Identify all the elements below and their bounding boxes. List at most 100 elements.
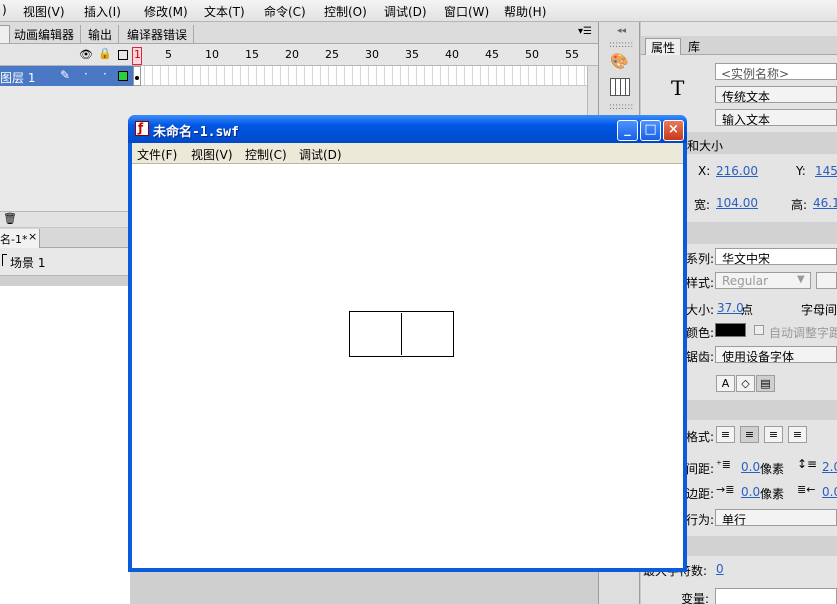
antialias-dropdown[interactable]: 使用设备字体 <box>715 346 837 363</box>
player-menu-debug[interactable]: 调试(D) <box>299 146 342 163</box>
document-tab-label: 名-1* <box>0 233 28 246</box>
visibility-dot-icon[interactable]: · <box>84 67 88 81</box>
minimize-button[interactable]: _ <box>617 120 638 141</box>
align-justify-button[interactable]: ≡ <box>788 426 807 443</box>
layer-name: 图层 1 <box>0 71 36 85</box>
align-right-button[interactable]: ≡ <box>764 426 783 443</box>
indent-icon: ⁺≣ <box>716 458 732 471</box>
menu-commands[interactable]: 命令(C) <box>264 3 306 20</box>
variable-input[interactable] <box>715 588 837 604</box>
tab-library[interactable]: 库 <box>683 38 705 55</box>
render-html-button[interactable]: ◇ <box>736 375 755 392</box>
text-color-swatch[interactable] <box>715 323 746 337</box>
selectable-button[interactable]: A <box>716 375 735 392</box>
menu-control[interactable]: 控制(O) <box>324 3 367 20</box>
player-menu-file[interactable]: 文件(F) <box>137 146 177 163</box>
auto-kern-checkbox[interactable] <box>754 325 764 335</box>
menu-debug[interactable]: 调试(D) <box>384 3 427 20</box>
x-label: X: <box>698 164 711 178</box>
size-value[interactable]: 37.0 <box>717 301 744 315</box>
menu-text[interactable]: 文本(T) <box>204 3 245 20</box>
layer-row[interactable]: 图层 1 ✎ · · <box>0 66 135 86</box>
margin-right-value[interactable]: 0.0 <box>822 485 837 499</box>
size-unit: 点 <box>741 303 754 317</box>
antialias-label: 锯齿: <box>686 350 715 364</box>
tab-properties[interactable]: 属性 <box>645 38 682 55</box>
scene-label[interactable]: 场景 1 <box>10 254 45 271</box>
pixel-unit: 像素 <box>760 462 785 476</box>
trash-icon[interactable]: 🗑 <box>3 212 17 225</box>
line-spacing-value[interactable]: 2.0 <box>822 460 837 474</box>
grip-icon: :::::::: <box>609 40 634 50</box>
lock-icon[interactable]: 🔒 <box>98 47 112 60</box>
style-label: 样式: <box>686 276 715 290</box>
keyframe[interactable] <box>133 66 141 86</box>
line-spacing-icon: ↕≡ <box>797 457 818 471</box>
behavior-dropdown[interactable]: 单行 <box>715 509 837 526</box>
text-type-dropdown[interactable]: 传统文本 <box>715 86 837 103</box>
auto-kern-label: 自动调整字距 <box>769 326 837 340</box>
tab-output[interactable]: 输出 <box>82 25 120 43</box>
frame-number: 50 <box>525 48 539 61</box>
frame-number: 20 <box>285 48 299 61</box>
pencil-icon: ✎ <box>60 68 71 82</box>
flash-player-icon: ƒ <box>135 121 149 136</box>
eye-icon[interactable]: 👁 <box>79 48 93 61</box>
frame-number: 25 <box>325 48 339 61</box>
close-tab-icon[interactable]: × <box>28 230 37 243</box>
player-menu-view[interactable]: 视图(V) <box>191 146 233 163</box>
y-label: Y: <box>796 164 806 178</box>
instance-name-input[interactable]: <实例名称> <box>715 63 837 80</box>
tab-motion-editor[interactable]: 动画编辑器 <box>8 25 82 43</box>
frames-grid[interactable] <box>137 66 587 86</box>
frame-number: 45 <box>485 48 499 61</box>
x-value[interactable]: 216.00 <box>716 164 758 178</box>
outline-icon[interactable] <box>118 50 128 60</box>
close-button[interactable]: × <box>663 120 684 141</box>
chevron-down-icon: ▼ <box>797 274 805 285</box>
scene-bar: 场景 1 <box>0 248 130 276</box>
font-family-dropdown[interactable]: 华文中宋 <box>715 248 837 265</box>
menu-view[interactable]: 视图(V) <box>23 3 65 20</box>
timeline-header: 👁 🔒 1 5 10 15 20 25 30 35 40 45 50 55 <box>0 44 598 66</box>
frame-number: 55 <box>565 48 579 61</box>
grip-icon: :::::::: <box>609 102 634 112</box>
frame-number: 35 <box>405 48 419 61</box>
left-margin-icon: →≣ <box>716 483 735 496</box>
frame-number: 30 <box>365 48 379 61</box>
timeline-scrollbar[interactable] <box>587 66 598 116</box>
color-palette-icon[interactable]: 🎨 <box>610 52 630 72</box>
stage[interactable] <box>0 286 130 604</box>
player-menu-control[interactable]: 控制(C) <box>245 146 287 163</box>
show-border-button[interactable]: ▤ <box>756 375 775 392</box>
margin-left-value[interactable]: 0.0 <box>741 485 760 499</box>
y-value[interactable]: 145.4 <box>815 164 837 178</box>
align-grid-icon[interactable] <box>610 78 630 96</box>
align-center-button[interactable]: ≡ <box>740 426 759 443</box>
menu-modify[interactable]: 修改(M) <box>144 3 188 20</box>
menu-insert[interactable]: 插入(I) <box>84 3 121 20</box>
collapse-icon[interactable]: ◂◂ <box>617 26 626 36</box>
layer-color-icon[interactable] <box>118 71 128 81</box>
player-stage[interactable] <box>132 164 683 568</box>
scene-icon <box>2 254 7 266</box>
height-value[interactable]: 46.10 <box>813 196 837 210</box>
lock-dot-icon[interactable]: · <box>103 67 107 81</box>
indent-value[interactable]: 0.0 <box>741 460 760 474</box>
width-value[interactable]: 104.00 <box>716 196 758 210</box>
align-left-button[interactable]: ≡ <box>716 426 735 443</box>
menu-window[interactable]: 窗口(W) <box>444 3 489 20</box>
max-chars-value[interactable]: 0 <box>716 562 724 576</box>
frame-number-current: 1 <box>134 48 141 61</box>
tab-compiler-errors[interactable]: 编译器错误 <box>121 25 195 43</box>
format-label: 格式: <box>686 430 715 444</box>
maximize-button[interactable]: □ <box>640 120 661 141</box>
text-subtype-dropdown[interactable]: 输入文本 <box>715 109 837 126</box>
panel-menu-icon[interactable]: ▾☰ <box>578 26 592 37</box>
frame-number: 15 <box>245 48 259 61</box>
right-margin-icon: ≣← <box>797 483 816 496</box>
menu-help[interactable]: 帮助(H) <box>504 3 546 20</box>
document-tab[interactable]: 名-1* × <box>0 229 40 248</box>
embed-button[interactable] <box>816 272 837 289</box>
pixel-unit: 像素 <box>760 487 785 501</box>
